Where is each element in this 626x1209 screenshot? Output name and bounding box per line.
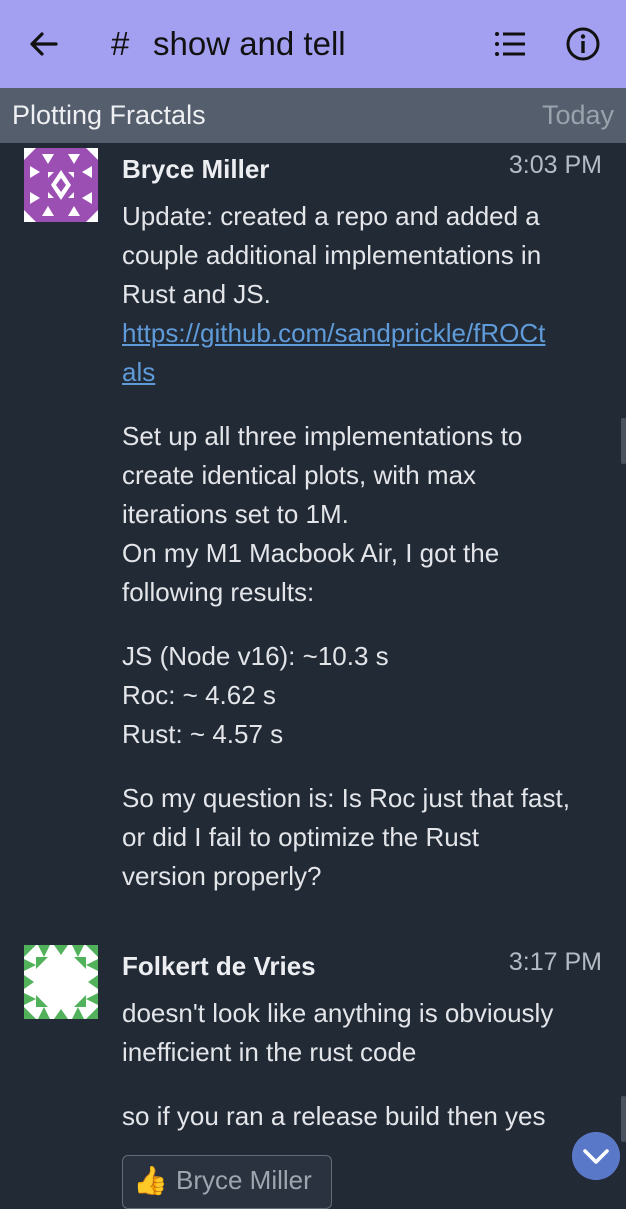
topic-bar[interactable]: Plotting Fractals Today xyxy=(0,88,626,143)
message-line: couple additional implementations in xyxy=(122,240,542,270)
sender-name[interactable]: Folkert de Vries xyxy=(122,951,316,982)
scroll-edge xyxy=(621,1096,626,1142)
date-label: Today xyxy=(541,100,614,130)
stream-hash: # xyxy=(111,25,130,62)
message-line: So my question is: Is Roc just that fast… xyxy=(122,783,570,813)
info-icon[interactable] xyxy=(565,26,601,62)
app-header: # show and tell xyxy=(0,0,626,88)
message-line: iterations set to 1M. xyxy=(122,499,349,529)
message-line: doesn't look like anything is obviously xyxy=(122,998,554,1028)
reaction-user: Bryce Miller xyxy=(176,1165,312,1195)
repo-link[interactable]: https://github.com/sandprickle/fROCt xyxy=(122,314,612,353)
thumbs-up-icon: 👍 xyxy=(133,1165,168,1196)
message-line: Set up all three implementations to xyxy=(122,421,523,451)
message-time: 3:17 PM xyxy=(508,948,602,976)
result-line: JS (Node v16): ~10.3 s xyxy=(122,641,389,671)
repo-link-text[interactable]: https://github.com/sandprickle/fROCt xyxy=(122,318,545,348)
scroll-edge xyxy=(621,418,626,464)
list-icon[interactable] xyxy=(492,26,528,62)
topic-name[interactable]: Plotting Fractals xyxy=(12,100,206,131)
result-line: Rust: ~ 4.57 s xyxy=(122,719,284,749)
message-line: Rust and JS. xyxy=(122,279,271,309)
avatar[interactable] xyxy=(24,945,98,1019)
message-time: 3:03 PM xyxy=(508,151,602,179)
result-line: Roc: ~ 4.62 s xyxy=(122,680,276,710)
avatar[interactable] xyxy=(24,148,98,222)
message-line: On my M1 Macbook Air, I got the xyxy=(122,538,500,568)
repo-link-text[interactable]: als xyxy=(122,357,155,387)
message-line: version properly? xyxy=(122,861,322,891)
repo-link-cont[interactable]: als xyxy=(122,353,612,392)
stream-name[interactable]: show and tell xyxy=(153,22,346,66)
message-line: create identical plots, with max xyxy=(122,460,477,490)
sender-name[interactable]: Bryce Miller xyxy=(122,154,269,185)
message-line: following results: xyxy=(122,577,315,607)
message-line: so if you ran a release build then yes xyxy=(122,1101,546,1131)
message-line: or did I fail to optimize the Rust xyxy=(122,822,479,852)
message-line: Update: created a repo and added a xyxy=(122,201,540,231)
message-line: inefficient in the rust code xyxy=(122,1037,417,1067)
reaction-chip[interactable]: 👍 Bryce Miller xyxy=(122,1155,332,1209)
back-arrow-icon[interactable] xyxy=(26,26,62,62)
chevron-down-icon[interactable] xyxy=(572,1132,620,1180)
